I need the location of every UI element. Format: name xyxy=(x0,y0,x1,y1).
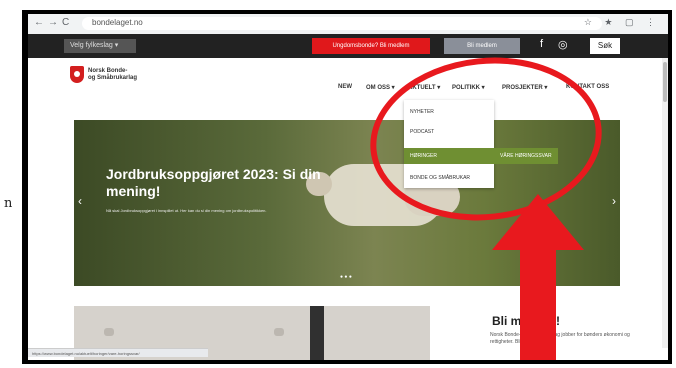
language-selector[interactable]: Velg fylkeslag ▾ xyxy=(64,39,136,53)
reload-icon[interactable]: C xyxy=(62,17,69,28)
page-scrollbar[interactable] xyxy=(662,58,668,348)
carousel-next-icon[interactable]: › xyxy=(612,194,616,208)
search-button[interactable]: Søk xyxy=(590,38,620,54)
facebook-icon[interactable]: f xyxy=(540,38,543,50)
hero-title: Jordbruksoppgjøret 2023: Si din mening! xyxy=(106,166,321,199)
status-bar: https://www.bondelaget.no/aktuelt/horing… xyxy=(28,348,208,357)
side-letter: n xyxy=(4,196,13,211)
dark-panel xyxy=(310,306,324,360)
door-handle-2 xyxy=(274,328,284,336)
hero-subtitle: Nå skal Jordbruksoppgjøret i innspillet … xyxy=(106,208,267,213)
door-handle xyxy=(104,328,114,336)
back-icon[interactable]: ← xyxy=(34,17,44,28)
carousel-prev-icon[interactable]: ‹ xyxy=(78,194,82,208)
scrollbar-thumb[interactable] xyxy=(663,62,667,102)
site-topbar: Velg fylkeslag ▾ Ungdomsbonde? Bli medle… xyxy=(28,34,668,58)
browser-screen: ← → C bondelaget.no ☆ ★ ▢ ⋮ Velg fylkesl… xyxy=(28,14,668,360)
brand-line-2: og Småbrukarlag xyxy=(88,75,138,81)
browser-toolbar-icons[interactable]: ☆ ★ ▢ ⋮ xyxy=(584,17,660,28)
brand-line-1: Norsk Bonde- xyxy=(88,68,128,74)
annotation-arrow-icon xyxy=(492,194,584,360)
forward-icon[interactable]: → xyxy=(48,17,58,28)
menu-new[interactable]: NEW xyxy=(338,84,352,90)
become-member-button[interactable]: Bli medlem xyxy=(444,38,520,54)
address-bar[interactable]: bondelaget.no xyxy=(82,17,602,30)
instagram-icon[interactable]: ◎ xyxy=(558,38,568,51)
carousel-dots[interactable]: ● ● ● xyxy=(340,274,352,280)
brand-name[interactable]: Norsk Bonde- og Småbrukarlag xyxy=(88,68,137,82)
browser-chrome: ← → C bondelaget.no ☆ ★ ▢ ⋮ xyxy=(28,14,668,35)
youth-member-button[interactable]: Ungdomsbonde? Bli medlem xyxy=(312,38,430,54)
url-text: bondelaget.no xyxy=(92,18,143,27)
menu-om-oss[interactable]: OM OSS ▾ xyxy=(366,84,395,91)
logo-icon[interactable] xyxy=(70,66,84,83)
